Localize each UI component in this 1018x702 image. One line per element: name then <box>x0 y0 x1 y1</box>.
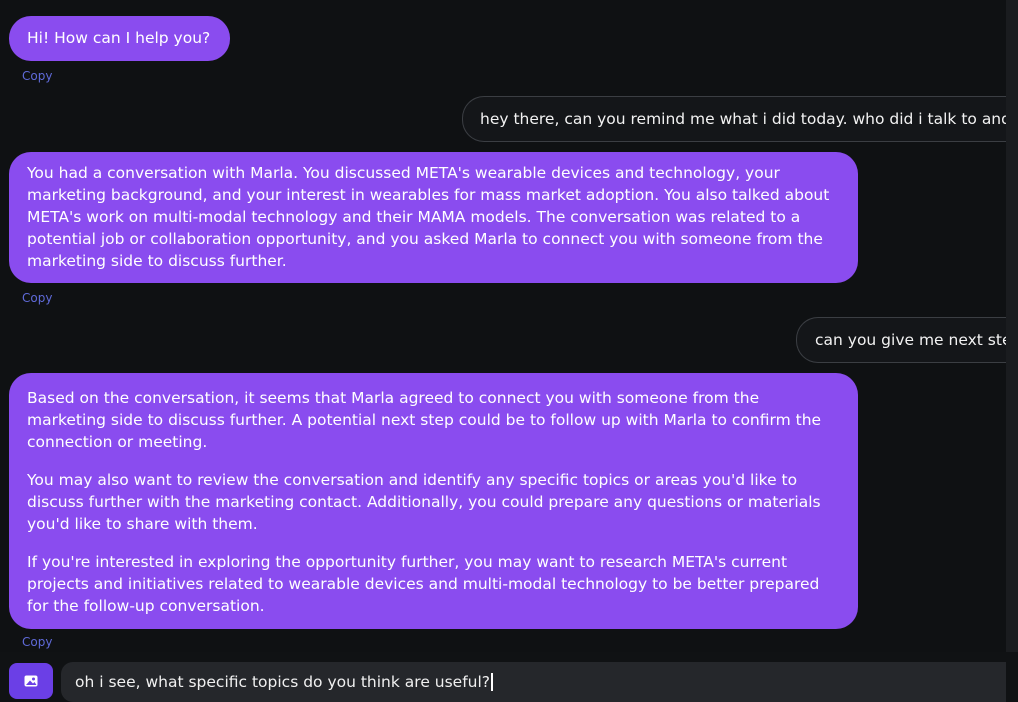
copy-button[interactable]: Copy <box>22 291 52 305</box>
message-text: hey there, can you remind me what i did … <box>480 110 1006 128</box>
user-message: can you give me next ste <box>796 317 1006 363</box>
scrollbar-track[interactable] <box>1006 0 1018 702</box>
input-text: oh i see, what specific topics do you th… <box>75 673 491 691</box>
chat-transcript: Hi! How can I help you? Copy hey there, … <box>0 0 1006 652</box>
message-paragraph: Based on the conversation, it seems that… <box>27 389 822 451</box>
message-text: can you give me next ste <box>815 331 1006 349</box>
image-icon <box>24 675 38 687</box>
copy-button[interactable]: Copy <box>22 69 52 83</box>
message-input[interactable]: oh i see, what specific topics do you th… <box>61 662 1006 702</box>
assistant-message: Based on the conversation, it seems that… <box>9 373 858 629</box>
message-paragraph: You may also want to review the conversa… <box>27 471 821 533</box>
copy-button[interactable]: Copy <box>22 635 52 649</box>
assistant-message: Hi! How can I help you? <box>9 16 230 61</box>
assistant-message: You had a conversation with Marla. You d… <box>9 152 858 283</box>
attach-image-button[interactable] <box>9 663 53 699</box>
user-message: hey there, can you remind me what i did … <box>462 96 1006 142</box>
message-paragraph: If you're interested in exploring the op… <box>27 553 820 615</box>
message-text: Hi! How can I help you? <box>27 29 211 47</box>
message-text: You had a conversation with Marla. You d… <box>27 164 830 270</box>
text-caret <box>491 673 493 691</box>
